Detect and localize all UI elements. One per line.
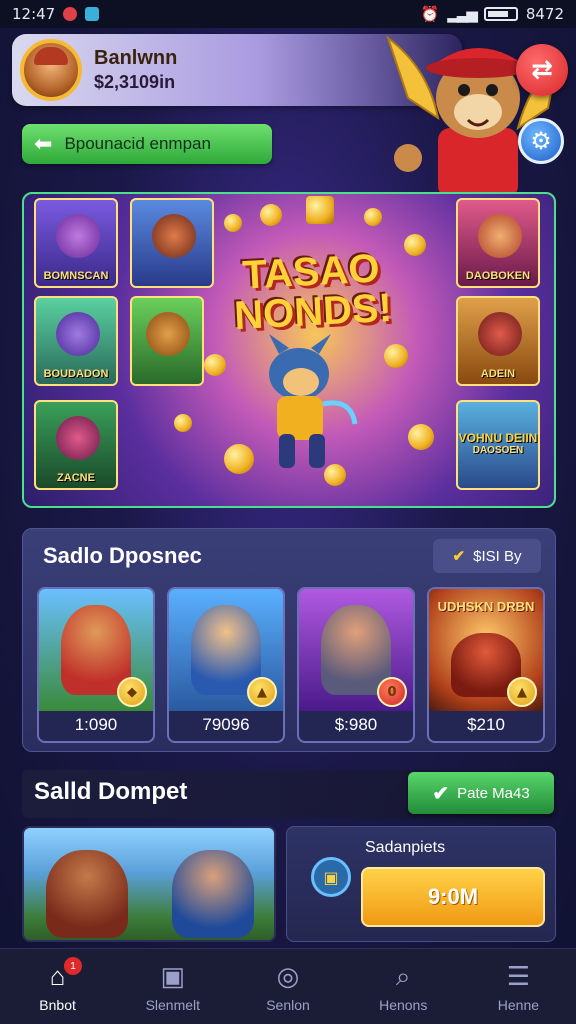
gift-icon: ▣ bbox=[311, 857, 351, 897]
compass-icon: ◎ bbox=[276, 960, 300, 991]
hero-tile-6[interactable]: DAOBOKEN bbox=[456, 198, 540, 288]
hero-title-line2: NONDS! bbox=[233, 285, 393, 339]
balance: $2,3109in bbox=[94, 72, 176, 92]
coin-icon bbox=[260, 204, 282, 226]
status-right-text: 8472 bbox=[525, 5, 564, 23]
featured-section: Sadlo Dposnec ✔ $ISI By ◆ 1:090 ▲ 79096 … bbox=[22, 528, 556, 752]
featured-card-4[interactable]: UDHSKN DRBN ▲ $210 bbox=[427, 587, 545, 743]
claim-label: Sadanpiets bbox=[365, 839, 446, 856]
card-price: $:980 bbox=[334, 715, 378, 734]
hero-banner[interactable]: BOMNSCAN BOUDADON ZACNE DAOBOKEN ADEIN V… bbox=[22, 192, 556, 508]
featured-card-2[interactable]: ▲ 79096 bbox=[167, 587, 285, 743]
hero-tile-4[interactable] bbox=[130, 296, 204, 386]
nav-card[interactable]: ▣ Slenmelt bbox=[115, 949, 230, 1024]
menu-icon: ☰ bbox=[506, 960, 531, 991]
claim-button[interactable]: 9:0M bbox=[361, 867, 545, 927]
tile-character-icon bbox=[56, 214, 100, 258]
tile-pirate-icon bbox=[478, 214, 522, 258]
featured-title: Sadlo Dposnec bbox=[43, 543, 202, 568]
nav-search[interactable]: ⌕ Henons bbox=[346, 949, 461, 1024]
card-art-text: UDHSKN DRBN bbox=[437, 599, 535, 614]
coin-badge-icon: ◆ bbox=[117, 677, 147, 707]
status-bar: 12:47 ⏰ ▂▃▅ 8472 bbox=[0, 0, 576, 28]
bottom-navigation: ⌂ 1 Bnbot ▣ Slenmelt ◎ Senlon ⌕ Henons ☰… bbox=[0, 948, 576, 1024]
featured-card-1[interactable]: ◆ 1:090 bbox=[37, 587, 155, 743]
hero-tile-6-label: DAOBOKEN bbox=[465, 270, 531, 282]
hero-tile-1-label: BOMNSCAN bbox=[43, 270, 109, 282]
nav-compass[interactable]: ◎ Senlon bbox=[230, 949, 345, 1024]
shield-badge-icon: 0 bbox=[377, 677, 407, 707]
card-price: 1:090 bbox=[74, 715, 118, 734]
coin-icon bbox=[404, 234, 426, 256]
user-info: Banlwnn $2,3109in bbox=[94, 47, 177, 93]
promo-heroes-card[interactable] bbox=[22, 826, 276, 942]
hero-tile-8-sub: DAOSOEN bbox=[472, 444, 524, 456]
hero-tile-7-label: ADEIN bbox=[480, 368, 516, 380]
soldier-hero-icon bbox=[172, 850, 254, 938]
nav-card-label: Slenmelt bbox=[145, 996, 201, 1013]
app-blue-icon bbox=[85, 7, 100, 21]
hero-tile-8-label: VOHNU DEIIN bbox=[458, 430, 538, 445]
card-price: $210 bbox=[467, 715, 505, 734]
alarm-icon: ⏰ bbox=[420, 5, 440, 23]
search-icon: ⌕ bbox=[395, 960, 411, 991]
card-icon: ▣ bbox=[160, 960, 186, 991]
username: Banlwnn bbox=[94, 47, 178, 69]
hero-tile-5[interactable]: ZACNE bbox=[34, 400, 118, 490]
coin-icon bbox=[364, 208, 382, 226]
featured-card-3[interactable]: 0 $:980 bbox=[297, 587, 415, 743]
settings-gear-button[interactable]: ⚙ bbox=[518, 118, 564, 164]
tile-dragon-icon bbox=[478, 312, 522, 356]
pass-button-label: Pate Ma43 bbox=[457, 784, 530, 802]
hero-title: TASAO NONDS! bbox=[220, 246, 404, 339]
hero-tile-7[interactable]: ADEIN bbox=[456, 296, 540, 386]
signal-icon: ▂▃▅ bbox=[447, 5, 478, 23]
promo-back-button[interactable]: ⬅ Bpounacid enmpan bbox=[22, 124, 272, 164]
hero-tile-3-label: BOUDADON bbox=[43, 368, 109, 380]
tile-fox-icon bbox=[146, 312, 190, 356]
hero-tile-1[interactable]: BOMNSCAN bbox=[34, 198, 118, 288]
featured-badge-label: $ISI By bbox=[473, 547, 522, 565]
arrow-left-icon: ⬅ bbox=[34, 131, 53, 157]
nav-menu[interactable]: ☰ Henne bbox=[461, 949, 576, 1024]
section2-title: Salld Dompet bbox=[34, 778, 188, 805]
tile-character-icon bbox=[56, 312, 100, 356]
notification-red-icon bbox=[63, 7, 78, 21]
coin-icon bbox=[224, 214, 242, 232]
nav-search-label: Henons bbox=[379, 996, 428, 1013]
hero-tile-3[interactable]: BOUDADON bbox=[34, 296, 118, 386]
featured-buy-badge[interactable]: ✔ $ISI By bbox=[433, 539, 541, 573]
nav-compass-label: Senlon bbox=[266, 996, 310, 1013]
nav-home-label: Bnbot bbox=[39, 996, 76, 1013]
check-icon: ✔ bbox=[452, 548, 466, 565]
player-avatar-icon[interactable] bbox=[20, 39, 82, 101]
claim-panel: Sadanpiets ▣ 9:0M bbox=[286, 826, 556, 942]
notification-badge: 1 bbox=[64, 957, 82, 975]
pirate-hero-icon bbox=[46, 850, 128, 938]
coin-badge-icon: ▲ bbox=[247, 677, 277, 707]
coin-icon bbox=[384, 344, 408, 368]
coin-badge-icon: ▲ bbox=[507, 677, 537, 707]
coin-icon bbox=[408, 424, 434, 450]
battery-icon bbox=[483, 7, 518, 21]
hero-runner-character-icon bbox=[269, 334, 358, 468]
nav-menu-label: Henne bbox=[497, 996, 540, 1013]
hero-tile-2[interactable] bbox=[130, 198, 214, 288]
coin-icon bbox=[174, 414, 192, 432]
promo-label: Bpounacid enmpan bbox=[64, 134, 211, 153]
check-icon: ✔ bbox=[432, 782, 450, 805]
coin-icon bbox=[204, 354, 226, 376]
hero-tile-5-label: ZACNE bbox=[57, 472, 95, 484]
card-price: 79096 bbox=[202, 715, 250, 734]
pass-button[interactable]: ✔ Pate Ma43 bbox=[408, 772, 554, 814]
tile-truck-icon bbox=[56, 416, 100, 460]
status-time: 12:47 bbox=[12, 5, 56, 23]
tile-robot-icon bbox=[152, 214, 196, 258]
hero-tile-8[interactable]: VOHNU DEIIN DAOSOEN bbox=[456, 400, 540, 490]
swap-button[interactable]: ⇄ bbox=[516, 44, 568, 96]
gold-bar-icon bbox=[306, 196, 334, 224]
nav-home[interactable]: ⌂ 1 Bnbot bbox=[0, 949, 115, 1024]
